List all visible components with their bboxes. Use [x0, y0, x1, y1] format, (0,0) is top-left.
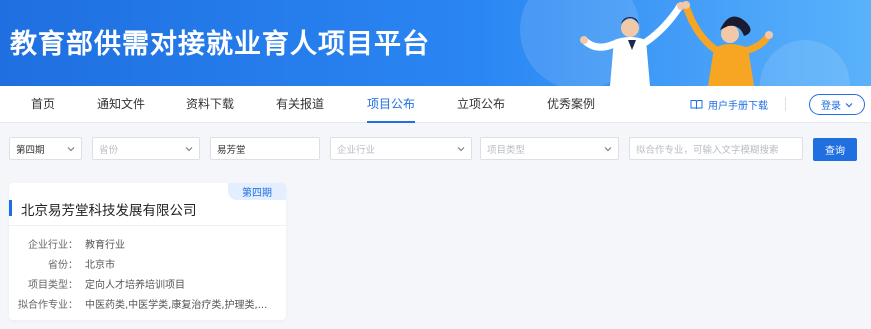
- header-banner: 教育部供需对接就业育人项目平台: [0, 0, 871, 86]
- phase-select-value: 第四期: [16, 144, 45, 156]
- industry-select-placeholder: 企业行业: [337, 144, 376, 156]
- card-field-row: 项目类型： 定向人才培养培训项目: [9, 276, 286, 291]
- login-button[interactable]: 登录: [809, 94, 865, 115]
- user-manual-label: 用户手册下载: [708, 100, 768, 112]
- nav-item-home[interactable]: 首页: [31, 86, 55, 123]
- province-select[interactable]: 省份: [92, 137, 200, 160]
- card-divider: [9, 225, 286, 226]
- project-card[interactable]: 第四期 北京易芳堂科技发展有限公司 企业行业： 教育行业 省份： 北京市 项目类…: [9, 183, 286, 320]
- query-button[interactable]: 查询: [813, 138, 857, 161]
- nav-item-notices[interactable]: 通知文件: [97, 86, 145, 123]
- nav-item-cases[interactable]: 优秀案例: [547, 86, 595, 123]
- field-label: 省份：: [48, 260, 78, 271]
- nav-divider: [785, 97, 786, 111]
- field-label: 项目类型：: [28, 280, 78, 291]
- company-keyword-input[interactable]: 易芳堂: [210, 137, 320, 160]
- field-value: 定向人才培养培训项目: [85, 280, 185, 291]
- nav-item-reports[interactable]: 有关报道: [276, 86, 324, 123]
- high-five-illustration-icon: [580, 1, 773, 86]
- company-keyword-value: 易芳堂: [217, 144, 246, 156]
- login-label: 登录: [821, 101, 841, 112]
- card-field-row: 企业行业： 教育行业: [9, 236, 286, 251]
- industry-select[interactable]: 企业行业: [330, 137, 472, 160]
- chevron-down-icon: [457, 146, 465, 151]
- chevron-down-icon: [185, 146, 193, 151]
- project-type-placeholder: 项目类型: [487, 144, 526, 156]
- nav-item-downloads[interactable]: 资料下载: [186, 86, 234, 123]
- field-value: 北京市: [85, 260, 115, 271]
- phase-badge: 第四期: [228, 183, 286, 200]
- title-accent-bar: [9, 200, 12, 216]
- nav-item-approved[interactable]: 立项公布: [457, 86, 505, 123]
- book-icon: [690, 99, 703, 109]
- company-name[interactable]: 北京易芳堂科技发展有限公司: [21, 199, 197, 219]
- chevron-down-icon: [67, 146, 75, 151]
- project-type-select[interactable]: 项目类型: [480, 137, 619, 160]
- site-title: 教育部供需对接就业育人项目平台: [10, 29, 430, 60]
- user-manual-download-link[interactable]: 用户手册下载: [690, 96, 768, 112]
- phase-select[interactable]: 第四期: [9, 137, 82, 160]
- nav-item-projects[interactable]: 项目公布: [367, 86, 416, 123]
- major-search-input[interactable]: 拟合作专业，可输入文字模糊搜索: [629, 137, 803, 160]
- field-label: 拟合作专业：: [18, 300, 78, 311]
- card-field-row: 省份： 北京市: [9, 256, 286, 271]
- chevron-down-icon: [604, 146, 612, 151]
- major-search-placeholder: 拟合作专业，可输入文字模糊搜索: [636, 144, 779, 156]
- field-label: 企业行业：: [28, 240, 78, 251]
- field-value: 教育行业: [85, 240, 125, 251]
- chevron-down-icon: [845, 102, 853, 107]
- province-select-placeholder: 省份: [99, 144, 119, 156]
- field-value: 中医药类,中医学类,康复治疗类,护理类,...: [85, 300, 268, 311]
- card-field-row: 拟合作专业： 中医药类,中医学类,康复治疗类,护理类,...: [9, 296, 286, 311]
